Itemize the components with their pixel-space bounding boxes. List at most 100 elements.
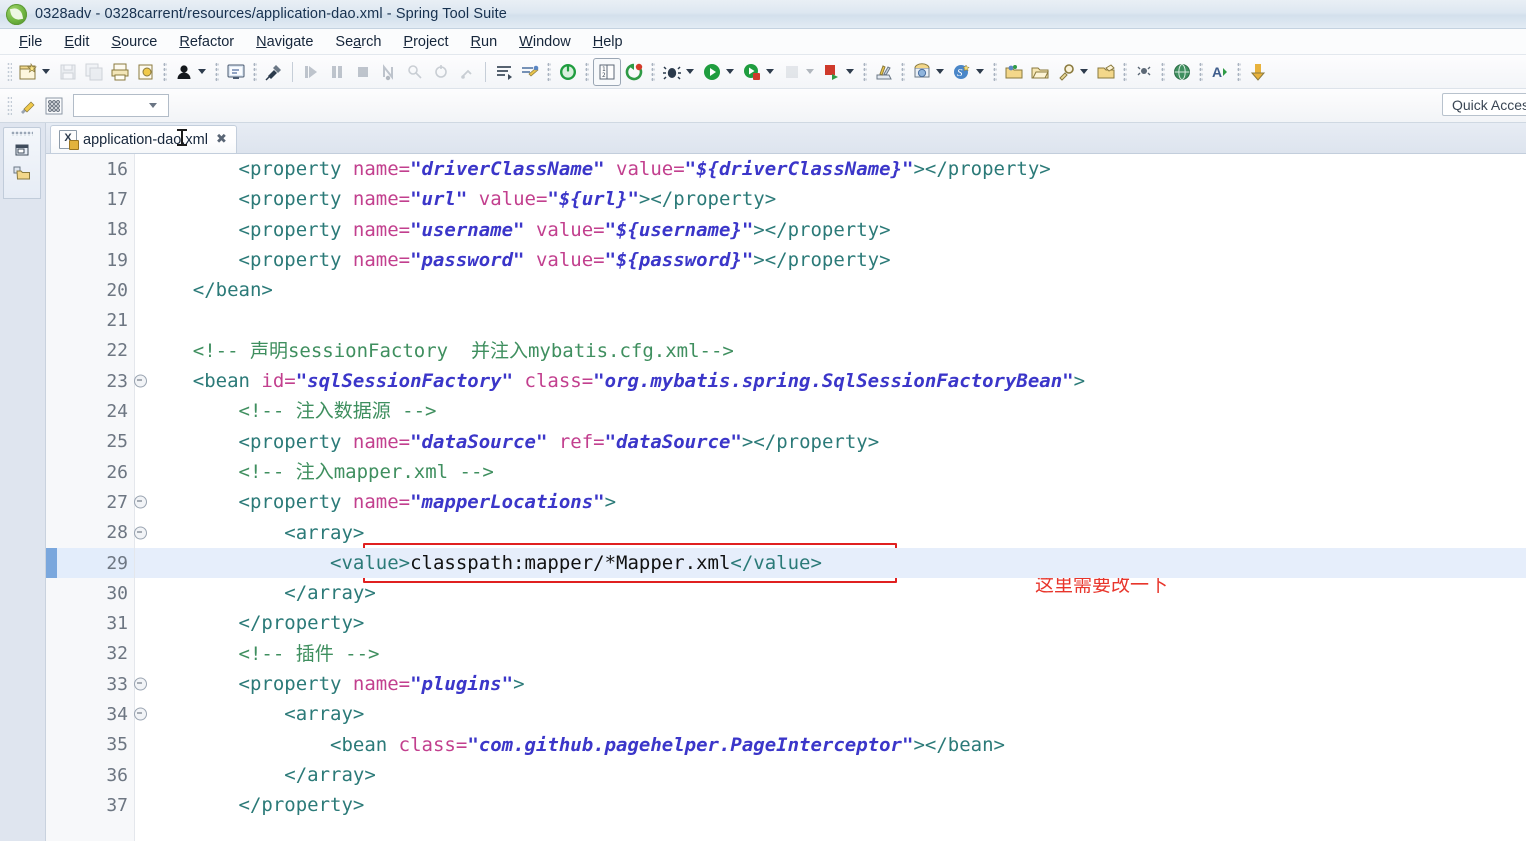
menu-item-window[interactable]: Window — [508, 33, 582, 51]
menu-item-edit[interactable]: Edit — [53, 33, 100, 51]
code-line[interactable]: <array> — [135, 518, 1526, 548]
save-icon[interactable] — [55, 59, 81, 85]
code-line[interactable]: <array> — [135, 699, 1526, 729]
stop-icon[interactable] — [819, 59, 845, 85]
code-line[interactable]: <bean id="sqlSessionFactory" class="org.… — [135, 366, 1526, 396]
outline-icon[interactable] — [491, 59, 517, 85]
run-last-tool-icon[interactable] — [298, 59, 324, 85]
git-repo-icon[interactable] — [909, 59, 935, 85]
menu-item-refactor[interactable]: Refactor — [168, 33, 245, 51]
perspective-combo[interactable] — [73, 94, 169, 117]
refresh-icon[interactable] — [621, 59, 647, 85]
boot-dashboard-icon[interactable] — [555, 59, 581, 85]
code-line[interactable]: <!-- 注入mapper.xml --> — [135, 457, 1526, 487]
restore-view-icon[interactable] — [11, 139, 33, 161]
code-line[interactable] — [135, 305, 1526, 335]
web-browser-icon[interactable] — [1169, 59, 1195, 85]
debug-dropdown-icon[interactable] — [686, 69, 694, 74]
menu-item-run[interactable]: Run — [460, 33, 509, 51]
run-dropdown-icon[interactable] — [726, 69, 734, 74]
open-resource-icon[interactable] — [1027, 59, 1053, 85]
search-dropdown-icon[interactable] — [1080, 69, 1088, 74]
spring-explorer-icon[interactable] — [517, 59, 543, 85]
user-icon[interactable] — [171, 59, 197, 85]
code-line[interactable]: <!-- 声明sessionFactory 并注入mybatis.cfg.xml… — [135, 336, 1526, 366]
code-line[interactable]: <property name="dataSource" ref="dataSou… — [135, 427, 1526, 457]
debug-icon[interactable] — [659, 59, 685, 85]
external-tools-icon[interactable] — [871, 59, 897, 85]
toolbar-separator — [1199, 61, 1203, 82]
print-icon[interactable] — [107, 59, 133, 85]
editor-tab-application-dao-xml[interactable]: application-dao.xml ✖ — [50, 125, 237, 153]
search-icon[interactable] — [1053, 59, 1079, 85]
toolbar-grip[interactable] — [7, 61, 12, 82]
terminate-icon[interactable] — [350, 59, 376, 85]
code-line[interactable]: <value>classpath:mapper/*Mapper.xml</val… — [135, 547, 1526, 579]
code-line[interactable]: <property name="mapperLocations"> — [135, 487, 1526, 517]
title-bar: 0328adv - 0328carrent/resources/applicat… — [0, 0, 1526, 29]
line-number-text: 24 — [106, 401, 128, 423]
toolbar-grip-2[interactable] — [7, 95, 12, 116]
new-wizard-dropdown-icon[interactable] — [42, 69, 50, 74]
git-repo-dropdown-icon[interactable] — [936, 69, 944, 74]
code-line[interactable]: </array> — [135, 760, 1526, 790]
save-all-icon[interactable] — [81, 59, 107, 85]
spring-bean-dropdown-icon[interactable] — [976, 69, 984, 74]
menu-item-project[interactable]: Project — [392, 33, 459, 51]
run-icon[interactable] — [699, 59, 725, 85]
menu-item-file[interactable]: File — [8, 33, 53, 51]
quick-fix-icon[interactable] — [15, 93, 41, 119]
user-dropdown-icon[interactable] — [198, 69, 206, 74]
step-into-icon[interactable] — [376, 59, 402, 85]
code-line[interactable]: </property> — [135, 608, 1526, 638]
pin-icon[interactable] — [1131, 59, 1157, 85]
code-line[interactable]: </array> — [135, 578, 1526, 608]
new-wizard-icon[interactable] — [15, 59, 41, 85]
open-task-icon[interactable] — [1093, 59, 1119, 85]
code-token-vl: "${password}" — [604, 248, 754, 271]
skip-breakpoints-icon[interactable] — [402, 59, 428, 85]
step-over-icon[interactable] — [324, 59, 350, 85]
menu-item-help[interactable]: Help — [582, 33, 634, 51]
properties-view-icon[interactable]: 1 2 — [593, 57, 621, 86]
spring-bean-icon[interactable]: S — [949, 59, 975, 85]
toggle-breakpoint-icon[interactable] — [261, 59, 287, 85]
previous-annotation-icon[interactable] — [1245, 59, 1271, 85]
code-line[interactable]: <!-- 插件 --> — [135, 639, 1526, 669]
xml-source-editor[interactable]: 16 17 18 19 20 21 22 23 24 25 26 27 28 29 30 31 32 33 34 35… — [46, 154, 1526, 841]
code-line[interactable]: <bean class="com.github.pagehelper.PageI… — [135, 730, 1526, 760]
line-number: 28 — [46, 518, 147, 548]
fast-view-grip[interactable] — [11, 131, 33, 136]
open-type-icon[interactable] — [1001, 59, 1027, 85]
code-line[interactable]: <!-- 注入数据源 --> — [135, 396, 1526, 426]
console-icon[interactable] — [223, 59, 249, 85]
code-line[interactable]: </property> — [135, 790, 1526, 820]
close-icon[interactable]: ✖ — [216, 133, 227, 146]
line-number: 23 — [46, 366, 147, 396]
menu-item-search[interactable]: Search — [324, 33, 392, 51]
code-line[interactable]: <property name="url" value="${url}"></pr… — [135, 184, 1526, 214]
export-icon[interactable] — [133, 59, 159, 85]
code-line[interactable]: <property name="username" value="${usern… — [135, 215, 1526, 245]
disconnect-icon[interactable] — [428, 59, 454, 85]
quick-access-input[interactable]: Quick Access — [1442, 93, 1526, 116]
stop-dropdown-icon[interactable] — [846, 69, 854, 74]
run-server-dropdown-icon[interactable] — [766, 69, 774, 74]
coverage-dropdown-icon[interactable] — [806, 69, 814, 74]
line-number-gutter[interactable]: 16 17 18 19 20 21 22 23 24 25 26 27 28 29 30 31 32 33 34 35… — [46, 154, 147, 841]
run-server-icon[interactable] — [739, 59, 765, 85]
code-line[interactable]: <property name="driverClassName" value="… — [135, 154, 1526, 184]
code-token-vl: "plugins" — [410, 673, 514, 696]
code-line[interactable]: <property name="plugins"> — [135, 669, 1526, 699]
menu-item-source[interactable]: Source — [100, 33, 168, 51]
next-annotation-icon[interactable]: A — [1207, 59, 1233, 85]
menu-item-navigate[interactable]: Navigate — [245, 33, 324, 51]
code-line[interactable]: </bean> — [135, 275, 1526, 305]
xml-file-icon — [59, 130, 79, 150]
grid-icon[interactable] — [41, 93, 67, 119]
code-content[interactable]: 这里需要改一下 <property name="driverClassName"… — [135, 154, 1526, 841]
code-line[interactable]: <property name="password" value="${passw… — [135, 245, 1526, 275]
package-explorer-icon[interactable] — [11, 162, 33, 184]
resume-icon[interactable] — [454, 59, 480, 85]
coverage-icon[interactable] — [779, 59, 805, 85]
